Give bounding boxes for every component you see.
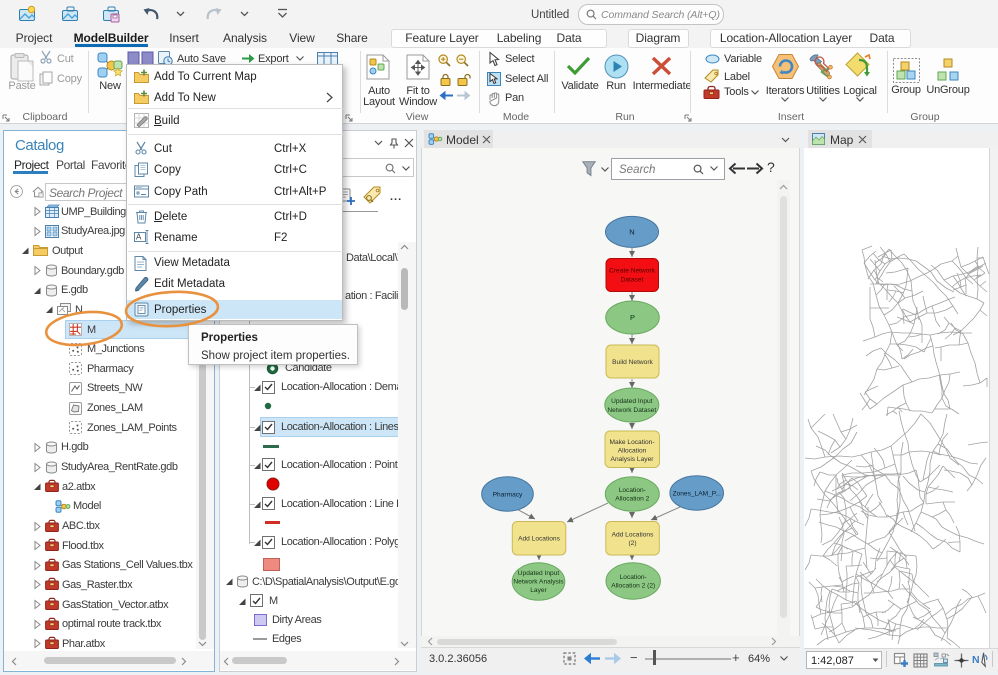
svg-text:Allocation 2 (2): Allocation 2 (2): [611, 583, 655, 590]
svg-text:Add Locations: Add Locations: [612, 532, 654, 539]
svg-text:N: N: [629, 228, 634, 237]
svg-text:P: P: [630, 313, 635, 322]
svg-text:Updated Input: Updated Input: [611, 398, 653, 405]
svg-text:Updated Input: Updated Input: [518, 570, 560, 577]
svg-text:(2): (2): [628, 540, 636, 547]
svg-text:Make Location-: Make Location-: [609, 439, 654, 446]
svg-text:Location-: Location-: [620, 574, 647, 581]
svg-text:Network Analysis: Network Analysis: [513, 579, 564, 586]
svg-text:Analysis Layer: Analysis Layer: [611, 456, 655, 463]
svg-text:Allocation 2: Allocation 2: [615, 496, 649, 503]
svg-text:Allocation: Allocation: [618, 448, 647, 455]
svg-text:Build Network: Build Network: [612, 359, 653, 366]
svg-text:Pharmacy: Pharmacy: [493, 492, 523, 499]
svg-text:Layer: Layer: [530, 587, 547, 594]
svg-text:Zones_LAM_P...: Zones_LAM_P...: [673, 491, 721, 498]
svg-text:Add Locations: Add Locations: [518, 536, 560, 543]
svg-text:Network Dataset: Network Dataset: [607, 407, 656, 414]
svg-text:Location-: Location-: [619, 487, 646, 494]
svg-text:Create Network: Create Network: [609, 268, 656, 275]
svg-text:A: A: [136, 233, 142, 242]
svg-text:Dataset: Dataset: [621, 277, 644, 284]
